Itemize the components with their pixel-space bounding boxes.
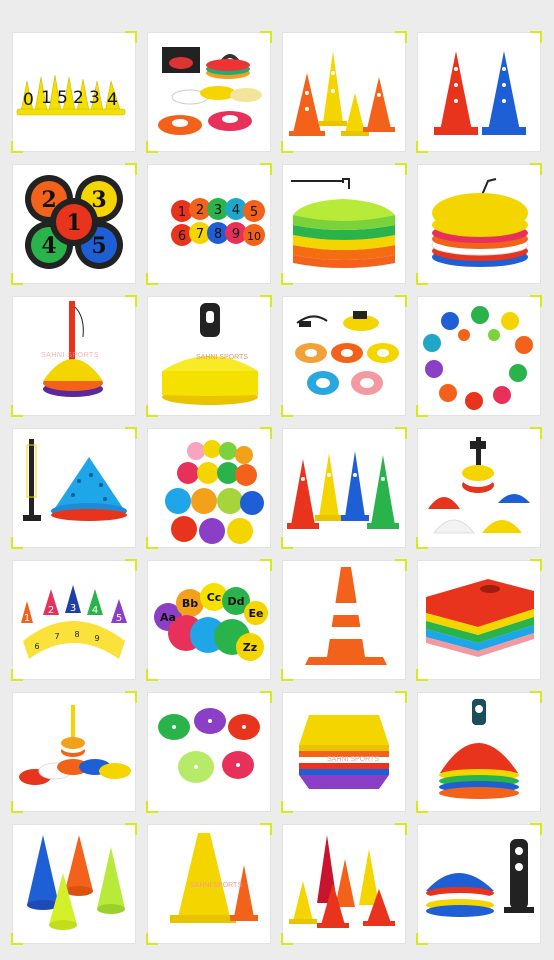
alphabet-label: Zz [243,641,257,654]
cone-label: 2 [73,88,84,108]
arc-label: 7 [54,632,59,641]
spot-label: 3 [91,187,106,213]
alphabet-label: Dd [227,595,244,608]
marker-label: 9 [232,227,240,242]
tile-dome-cones-with-holder[interactable] [416,823,542,945]
tile-tall-cone-stacks[interactable] [11,823,137,945]
tile-tall-cones-red-blue[interactable] [416,31,542,153]
tile-yellow-tall-cones[interactable]: SAHNI SPORTS [146,823,272,945]
tile-tall-hurdle-cones[interactable] [281,31,407,153]
arc-label: 5 [116,613,122,624]
tile-agility-pole-with-hole-cone[interactable] [11,427,137,549]
marker-label: 5 [250,205,258,220]
arc-label: 4 [92,605,98,616]
tile-numbered-flat-markers[interactable]: 1 2 3 4 5 6 7 8 9 10 [146,163,272,285]
spot-label: 2 [41,187,56,213]
tile-numbered-rubber-spots[interactable]: 2 3 1 4 5 [11,163,137,285]
tile-round-marker-stack-with-stand[interactable] [416,163,542,285]
tile-round-flat-markers-colors[interactable] [146,427,272,549]
alphabet-label: Aa [160,611,176,624]
arc-label: 1 [24,613,30,624]
cone-label: 4 [107,90,118,110]
marker-label: 8 [214,227,222,242]
marker-label: 1 [178,205,186,220]
tile-tall-agility-cones-set[interactable] [281,427,407,549]
tile-yellow-disc-cones-with-holder[interactable]: SAHNI SPORTS [146,295,272,417]
alphabet-label: Cc [207,591,222,604]
spot-label: 1 [66,210,81,236]
cone-label: 5 [57,88,68,108]
tile-hand-shaped-markers[interactable] [416,295,542,417]
marker-label: 4 [232,203,240,218]
marker-label: 6 [178,229,186,244]
tile-orange-traffic-cone[interactable] [281,559,407,681]
arc-label: 2 [48,605,54,616]
alphabet-label: Bb [182,597,198,610]
arc-label: 3 [70,603,76,614]
tile-flat-spot-markers-pastel[interactable] [146,691,272,813]
marker-label: 7 [196,227,204,242]
cone-label: 0 [23,90,34,110]
arc-label: 6 [34,642,39,651]
tile-disc-cones-in-carry-bag[interactable] [146,31,272,153]
marker-label: 2 [196,203,204,218]
spot-label: 5 [91,233,106,259]
tile-flat-marker-stack-with-stand[interactable] [281,163,407,285]
tile-hexagon-flat-markers[interactable]: SAHNI SPORTS [281,691,407,813]
tile-numbered-cones[interactable]: 0 1 5 2 3 4 [11,31,137,153]
tile-disc-cone-stack-with-pole[interactable]: SAHNI SPORTS [11,295,137,417]
tile-dome-cones-with-pole[interactable] [416,427,542,549]
tile-alphabet-spot-markers[interactable]: Aa Bb Cc Dd Ee Zz [146,559,272,681]
watermark: SAHNI SPORTS [41,352,99,359]
alphabet-label: Ee [249,607,264,620]
cone-label: 3 [89,88,100,108]
marker-label: 10 [247,230,261,243]
watermark: SAHNI SPORTS [327,756,379,763]
cone-label: 1 [41,88,52,108]
arc-label: 9 [94,634,99,643]
tile-dome-cones-with-carry-handle[interactable] [416,691,542,813]
watermark: SAHNI SPORTS [190,882,242,889]
arc-label: 8 [74,630,79,639]
spot-label: 4 [41,233,56,259]
marker-label: 3 [214,203,222,218]
watermark: SAHNI SPORTS [196,354,248,361]
tile-numbered-cones-arc[interactable]: 1 2 3 4 5 6 7 8 9 [11,559,137,681]
tile-dome-cones-with-pole-set[interactable] [11,691,137,813]
tile-dome-cones-with-whistle[interactable] [281,295,407,417]
tile-hexagon-cone-stack[interactable] [416,559,542,681]
tile-small-traffic-cones[interactable] [281,823,407,945]
